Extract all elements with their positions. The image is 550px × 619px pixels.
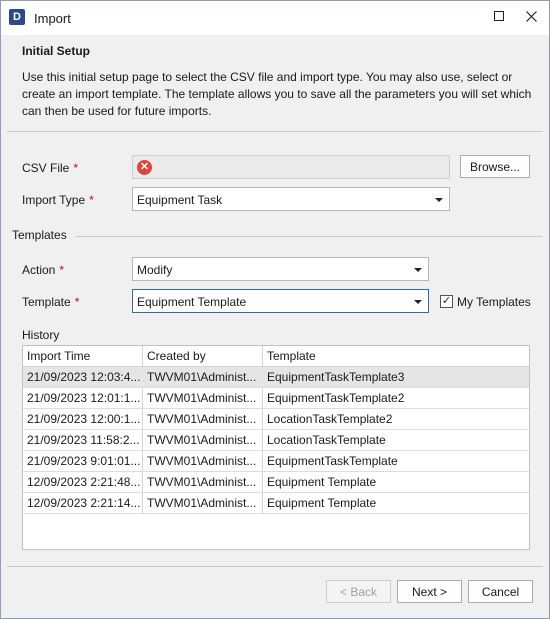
cell-created-by: TWVM01\Administ... [147, 496, 257, 510]
history-table-header: Import Time Created by Template [23, 346, 529, 367]
maximize-button[interactable] [489, 6, 509, 26]
column-header-created-by[interactable]: Created by [147, 349, 206, 363]
table-row[interactable]: 12/09/2023 2:21:14... TWVM01\Administ...… [23, 493, 529, 514]
cancel-button[interactable]: Cancel [468, 580, 533, 603]
action-label-text: Action [22, 263, 56, 277]
import-type-value: Equipment Task [137, 193, 223, 207]
required-mark: * [59, 263, 65, 277]
my-templates-label: My Templates [457, 295, 531, 309]
cell-created-by: TWVM01\Administ... [147, 391, 257, 405]
cell-created-by: TWVM01\Administ... [147, 454, 257, 468]
cell-import-time: 21/09/2023 12:00:1... [27, 412, 141, 426]
cell-template: Equipment Template [267, 475, 377, 489]
templates-section-label: Templates [12, 228, 67, 242]
action-label: Action * [22, 263, 64, 277]
template-value: Equipment Template [137, 295, 247, 309]
action-value: Modify [137, 263, 173, 277]
table-row[interactable]: 21/09/2023 9:01:01... TWVM01\Administ...… [23, 451, 529, 472]
title-bar: D Import [1, 1, 549, 35]
template-label: Template * [22, 295, 79, 309]
header-divider [7, 131, 543, 132]
back-button[interactable]: < Back [326, 580, 391, 603]
cell-import-time: 21/09/2023 11:58:2... [27, 433, 140, 447]
action-select[interactable]: Modify [132, 257, 429, 281]
required-mark: * [89, 193, 94, 207]
footer-divider [7, 566, 543, 567]
cell-template: LocationTaskTemplate [267, 433, 386, 447]
csv-file-input[interactable]: ✕ [132, 155, 450, 179]
csv-file-label: CSV File * [22, 161, 78, 175]
cell-template: EquipmentTaskTemplate [267, 454, 398, 468]
table-row[interactable]: 21/09/2023 12:03:4... TWVM01\Administ...… [23, 367, 529, 388]
cell-template: Equipment Template [267, 496, 377, 510]
import-type-select[interactable]: Equipment Task [132, 187, 450, 211]
required-mark: * [73, 161, 79, 175]
history-label: History [22, 328, 60, 342]
cell-created-by: TWVM01\Administ... [147, 433, 257, 447]
cell-created-by: TWVM01\Administ... [147, 370, 257, 384]
table-row[interactable]: 21/09/2023 12:00:1... TWVM01\Administ...… [23, 409, 529, 430]
next-button[interactable]: Next > [397, 580, 462, 603]
close-icon [525, 10, 537, 22]
maximize-icon [494, 11, 504, 21]
template-select[interactable]: Equipment Template [132, 289, 429, 313]
cell-import-time: 21/09/2023 12:03:4... [27, 370, 141, 384]
close-button[interactable] [521, 6, 541, 26]
cell-created-by: TWVM01\Administ... [147, 475, 257, 489]
cell-import-time: 12/09/2023 2:21:14... [27, 496, 141, 510]
cell-import-time: 21/09/2023 12:01:1... [27, 391, 141, 405]
page-title: Initial Setup [22, 44, 91, 58]
cell-template: LocationTaskTemplate2 [267, 412, 393, 426]
chevron-down-icon [435, 198, 443, 202]
app-icon: D [9, 9, 25, 25]
import-type-label: Import Type * [22, 193, 94, 207]
error-icon: ✕ [137, 160, 152, 175]
page-header: Initial Setup Use this initial setup pag… [1, 35, 549, 131]
chevron-down-icon [414, 268, 422, 272]
cell-created-by: TWVM01\Administ... [147, 412, 257, 426]
history-table: Import Time Created by Template 21/09/20… [22, 345, 530, 550]
column-header-import-time[interactable]: Import Time [27, 349, 90, 363]
cell-import-time: 21/09/2023 9:01:01... [27, 454, 141, 468]
browse-button[interactable]: Browse... [460, 155, 530, 178]
template-label-text: Template [22, 295, 71, 309]
table-row[interactable]: 12/09/2023 2:21:48... TWVM01\Administ...… [23, 472, 529, 493]
my-templates-checkbox[interactable]: ✓ [440, 295, 453, 308]
required-mark: * [74, 295, 80, 309]
column-header-template[interactable]: Template [267, 349, 316, 363]
chevron-down-icon [414, 300, 422, 304]
cell-template: EquipmentTaskTemplate3 [267, 370, 405, 384]
window-title: Import [34, 11, 71, 26]
import-type-label-text: Import Type [22, 193, 86, 207]
page-description: Use this initial setup page to select th… [22, 70, 532, 118]
csv-file-label-text: CSV File [22, 161, 70, 175]
cell-template: EquipmentTaskTemplate2 [267, 391, 405, 405]
cell-import-time: 12/09/2023 2:21:48... [27, 475, 141, 489]
table-row[interactable]: 21/09/2023 12:01:1... TWVM01\Administ...… [23, 388, 529, 409]
templates-divider [76, 236, 542, 237]
table-row[interactable]: 21/09/2023 11:58:2... TWVM01\Administ...… [23, 430, 529, 451]
import-dialog: D Import Initial Setup Use this initial … [0, 0, 550, 619]
